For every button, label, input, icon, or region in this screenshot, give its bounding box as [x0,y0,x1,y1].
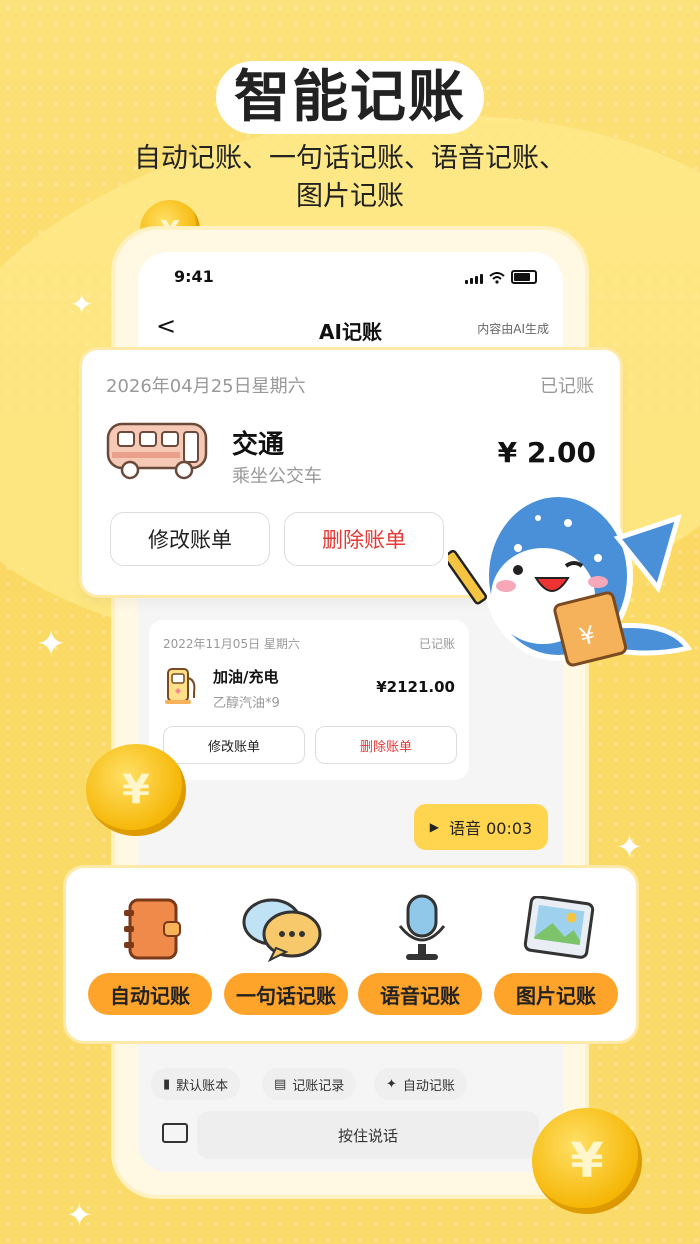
transaction-description: 乘坐公交车 [232,466,322,487]
ai-note: 内容由AI生成 [477,322,549,336]
transaction-amount: ¥2121.00 [376,678,455,696]
feature-label: 语音记账 [358,973,482,1015]
promo-title: 智能记账 [0,52,700,134]
record-icon: ▤ [274,1076,287,1092]
transaction-amount: ¥ 2.00 [497,436,596,469]
transaction-category: 加油/充电 [213,668,279,686]
transaction-status: 已记账 [540,376,594,397]
chip-records[interactable]: ▤ 记账记录 [262,1068,357,1100]
transaction-description: 乙醇汽油*9 [213,696,280,711]
transaction-category: 交通 [232,430,285,460]
feature-label: 图片记账 [494,973,618,1015]
status-bar: 9:41 [138,252,563,302]
sparkle-decoration-icon: ✦ [616,828,643,866]
bus-icon [106,422,208,480]
sparkle-decoration-icon: ✦ [66,1196,93,1234]
microphone-icon [398,894,446,960]
feature-label: 一句话记账 [224,973,348,1015]
transaction-card-secondary: 2022年11月05日 星期六 已记账 加油/充电 乙醇汽油*9 ¥2121.0… [149,620,469,780]
chip-label: 默认账本 [176,1078,229,1094]
feature-voice[interactable]: 语音记账 [358,888,486,1033]
status-icons [465,270,537,284]
transaction-status: 已记账 [418,637,455,651]
wifi-icon [489,272,505,284]
signal-icon [465,274,483,284]
chat-bubble-icon [242,898,322,962]
coin-icon: ¥ [86,744,186,836]
chip-default-book[interactable]: ▮ 默认账本 [151,1068,241,1100]
notebook-icon [124,898,181,960]
picture-icon [523,896,595,959]
book-icon: ▮ [163,1076,171,1092]
voice-message-label: 语音 00:03 [449,819,533,838]
sparkle-icon: ✦ [386,1076,397,1092]
sparkle-decoration-icon: ✦ [36,624,67,665]
sparkle-decoration-icon: ✦ [70,288,94,321]
delete-bill-button[interactable]: 删除账单 [284,512,444,566]
feature-label: 自动记账 [88,973,212,1015]
voice-message[interactable]: ▶ 语音 00:03 [414,804,548,850]
fuel-pump-icon [165,668,196,704]
battery-icon [511,270,537,284]
transaction-date: 2026年04月25日星期六 [106,376,306,397]
play-icon: ▶ [429,820,440,834]
nav-bar: < AI记账 内容由AI生成 [138,302,563,352]
feature-sentence[interactable]: 一句话记账 [224,888,352,1033]
status-time: 9:41 [174,267,214,286]
transaction-date: 2022年11月05日 星期六 [163,637,300,651]
chip-label: 自动记账 [402,1078,455,1094]
chip-auto[interactable]: ✦ 自动记账 [374,1068,467,1100]
coin-icon: ¥ [532,1108,642,1214]
edit-bill-button[interactable]: 修改账单 [163,726,305,764]
feature-picture[interactable]: 图片记账 [494,888,622,1033]
whale-mascot-icon: ¥ [448,491,693,667]
hold-to-talk-button[interactable]: 按住说话 [197,1111,539,1159]
feature-panel: 自动记账 一句话记账 语音记账 图片记账 [66,868,636,1041]
feature-auto[interactable]: 自动记账 [88,888,216,1033]
keyboard-icon[interactable] [162,1123,188,1143]
chip-label: 记账记录 [292,1078,345,1094]
delete-bill-button[interactable]: 删除账单 [315,726,457,764]
edit-bill-button[interactable]: 修改账单 [110,512,270,566]
